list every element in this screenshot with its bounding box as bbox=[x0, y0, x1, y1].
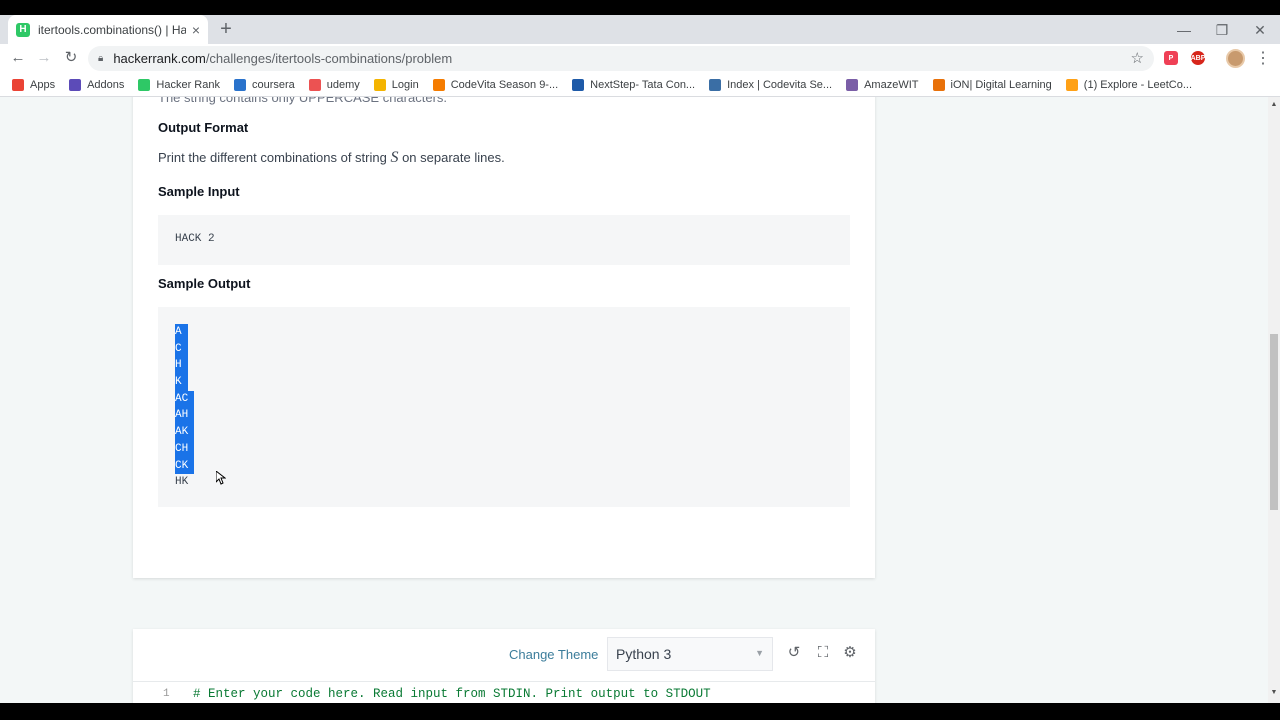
fullscreen-icon[interactable]: ⛶ bbox=[814, 644, 832, 662]
scroll-down-icon[interactable]: ▼ bbox=[1270, 689, 1278, 696]
bookmark-label: iON| Digital Learning bbox=[950, 78, 1052, 91]
settings-gear-icon[interactable]: ⚙ bbox=[841, 644, 859, 662]
bookmark-label: Addons bbox=[87, 78, 125, 91]
tab-title: itertools.combinations() | Hacker bbox=[37, 22, 186, 37]
screen-top-edge bbox=[0, 0, 1280, 15]
bookmark-item[interactable]: NextStep- Tata Con... bbox=[572, 78, 696, 91]
tab-bar: H itertools.combinations() | Hacker × + … bbox=[0, 15, 1280, 44]
restore-code-icon[interactable]: ↺ bbox=[785, 644, 803, 662]
addons-icon bbox=[69, 78, 82, 91]
bookmark-star-icon[interactable]: ☆ bbox=[1131, 49, 1144, 67]
code-editor-panel: Change Theme Python 3 ▼ ↺ ⛶ ⚙ 1 # Enter … bbox=[133, 629, 875, 703]
bookmark-label: coursera bbox=[251, 78, 295, 91]
browser-menu-icon[interactable]: ⋮ bbox=[1255, 48, 1271, 68]
reload-icon[interactable]: ↻ bbox=[61, 48, 81, 68]
bookmark-item[interactable]: Login bbox=[373, 78, 419, 91]
new-tab-button[interactable]: + bbox=[216, 18, 236, 40]
address-bar-row: ← → ↻ 🔒︎ hackerrank.com/challenges/itert… bbox=[0, 44, 1280, 73]
page-content: The string contains only UPPERCASE chara… bbox=[0, 97, 1268, 703]
sample-output-line: AK bbox=[175, 424, 850, 441]
adblock-extension-icon[interactable]: ABP bbox=[1191, 51, 1205, 65]
chevron-down-icon: ▼ bbox=[755, 648, 764, 658]
bookmark-label: Login bbox=[391, 78, 419, 91]
line-number: 1 bbox=[163, 688, 170, 700]
hackerrank-favicon-icon: H bbox=[16, 22, 30, 37]
minimize-button[interactable]: — bbox=[1166, 19, 1202, 41]
back-arrow-icon[interactable]: ← bbox=[8, 48, 28, 68]
output-format-text: Print the different combinations of stri… bbox=[158, 149, 505, 166]
sample-output-box: A C H K AC AH AK CH CK HK bbox=[158, 307, 850, 507]
bookmark-label: Hacker Rank bbox=[156, 78, 220, 91]
sample-output-line: A bbox=[175, 324, 850, 341]
sample-output-line: AH bbox=[175, 407, 850, 425]
bookmark-item[interactable]: (1) Explore - LeetCo... bbox=[1065, 78, 1193, 91]
sample-output-line: K bbox=[175, 374, 850, 391]
url-input[interactable]: 🔒︎ hackerrank.com/challenges/itertools-c… bbox=[88, 46, 1154, 71]
sample-output-line: HK bbox=[175, 476, 189, 489]
restore-button[interactable]: ❐ bbox=[1204, 19, 1240, 41]
screen-bottom-edge bbox=[0, 703, 1280, 720]
sample-input-heading: Sample Input bbox=[158, 184, 240, 199]
sample-output-line: H bbox=[175, 357, 850, 375]
bookmark-label: Apps bbox=[30, 78, 56, 91]
profile-avatar[interactable] bbox=[1226, 49, 1245, 68]
sample-input-box: HACK 2 bbox=[158, 215, 850, 265]
index-icon bbox=[709, 78, 722, 91]
scroll-up-icon[interactable]: ▲ bbox=[1270, 101, 1278, 108]
lock-icon: 🔒︎ bbox=[98, 53, 104, 64]
amazewit-icon bbox=[846, 78, 859, 91]
bookmark-label: NextStep- Tata Con... bbox=[590, 78, 696, 91]
bookmark-label: Index | Codevita Se... bbox=[727, 78, 833, 91]
ion-icon bbox=[932, 78, 945, 91]
bookmark-item[interactable]: CodeVita Season 9-... bbox=[432, 78, 559, 91]
bookmark-item[interactable]: iON| Digital Learning bbox=[932, 78, 1052, 91]
codevita-icon bbox=[432, 78, 445, 91]
browser-window: H itertools.combinations() | Hacker × + … bbox=[0, 0, 1280, 720]
forward-arrow-icon[interactable]: → bbox=[34, 48, 54, 68]
udemy-icon bbox=[308, 78, 321, 91]
active-tab[interactable]: H itertools.combinations() | Hacker × bbox=[8, 15, 208, 44]
coursera-icon bbox=[233, 78, 246, 91]
bookmark-item[interactable]: udemy bbox=[308, 78, 360, 91]
bookmark-item[interactable]: AmazeWIT bbox=[846, 78, 919, 91]
bookmark-label: CodeVita Season 9-... bbox=[450, 78, 559, 91]
page-scrollbar[interactable]: ▲ ▼ bbox=[1268, 97, 1280, 703]
sample-output-line: CK bbox=[175, 457, 850, 475]
sample-output-line: C bbox=[175, 340, 850, 358]
problem-statement-card: The string contains only UPPERCASE chara… bbox=[133, 97, 875, 578]
change-theme-link[interactable]: Change Theme bbox=[509, 647, 598, 662]
bookmarks-bar: Apps Addons Hacker Rank coursera udemy Login C… bbox=[0, 73, 1280, 97]
language-select[interactable]: Python 3 ▼ bbox=[607, 637, 773, 671]
output-format-heading: Output Format bbox=[158, 120, 249, 135]
leetcode-icon bbox=[1065, 78, 1078, 91]
bookmark-label: udemy bbox=[326, 78, 360, 91]
sample-output-line: AC bbox=[175, 390, 850, 408]
pocket-extension-icon[interactable]: P bbox=[1164, 51, 1178, 65]
sample-output-line: CH bbox=[175, 440, 850, 458]
tata-icon bbox=[572, 78, 585, 91]
bookmark-item[interactable]: Addons bbox=[69, 78, 125, 91]
close-window-button[interactable]: ✕ bbox=[1242, 19, 1278, 41]
bookmark-item[interactable]: Apps bbox=[12, 78, 56, 91]
bookmark-label: (1) Explore - LeetCo... bbox=[1083, 78, 1193, 91]
tab-close-icon[interactable]: × bbox=[192, 22, 200, 38]
sample-input-text: HACK 2 bbox=[175, 233, 215, 245]
scrollbar-thumb[interactable] bbox=[1270, 334, 1278, 510]
bookmark-item[interactable]: Index | Codevita Se... bbox=[709, 78, 833, 91]
code-line: # Enter your code here. Read input from … bbox=[193, 687, 711, 701]
hackerrank-icon bbox=[138, 78, 151, 91]
bookmark-item[interactable]: Hacker Rank bbox=[138, 78, 220, 91]
bookmark-item[interactable]: coursera bbox=[233, 78, 295, 91]
language-select-value: Python 3 bbox=[616, 646, 672, 662]
sample-output-heading: Sample Output bbox=[158, 276, 251, 291]
mouse-cursor-icon bbox=[216, 471, 226, 485]
bookmark-label: AmazeWIT bbox=[864, 78, 919, 91]
url-text: hackerrank.com/challenges/itertools-comb… bbox=[113, 51, 453, 66]
code-editor[interactable]: 1 # Enter your code here. Read input fro… bbox=[133, 681, 875, 703]
login-icon bbox=[373, 78, 386, 91]
constraint-text: The string contains only UPPERCASE chara… bbox=[158, 97, 448, 105]
apps-grid-icon bbox=[12, 78, 24, 91]
